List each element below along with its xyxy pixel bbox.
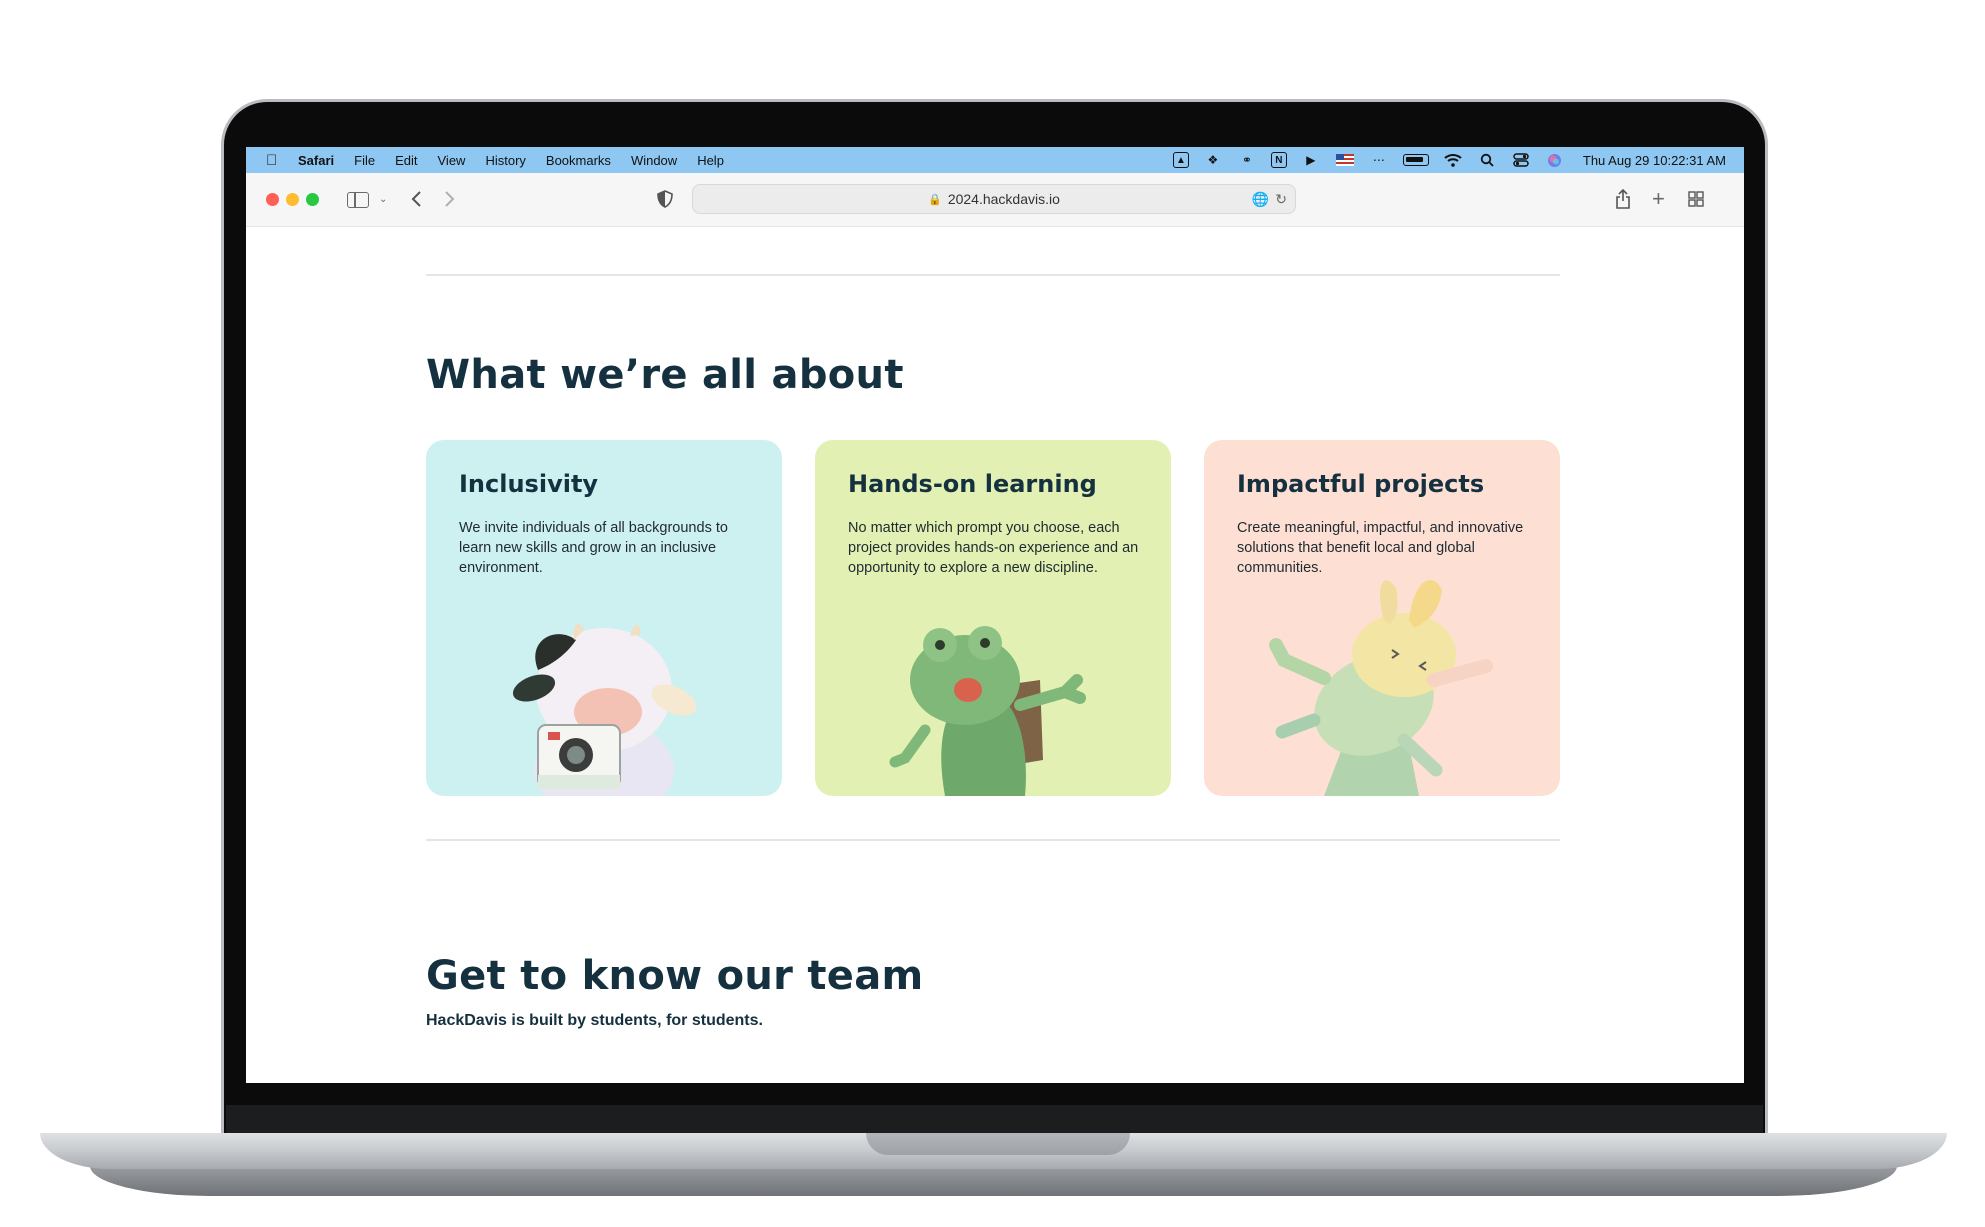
wifi-icon[interactable] bbox=[1443, 153, 1463, 167]
frog-with-backpack-illustration bbox=[889, 626, 1086, 796]
media-icon[interactable]: ▶ bbox=[1301, 153, 1321, 167]
translate-icon[interactable]: 🌐 bbox=[1252, 191, 1269, 208]
creative-cloud-icon[interactable]: ⚭ bbox=[1237, 153, 1257, 167]
back-icon[interactable] bbox=[410, 187, 422, 211]
menubar-tray: ▲ ❖ ⚭ N ▶ ⋯ Thu Aug 29 10:22:31 AM bbox=[1159, 147, 1726, 173]
activity-icon[interactable]: ⋯ bbox=[1369, 153, 1389, 167]
share-icon[interactable] bbox=[1615, 187, 1631, 211]
menu-bookmarks[interactable]: Bookmarks bbox=[546, 153, 611, 168]
control-center-icon[interactable] bbox=[1511, 153, 1531, 167]
apple-icon[interactable]:  bbox=[266, 152, 284, 169]
laptop-bezel-bottom bbox=[226, 1105, 1763, 1135]
team-heading: Get to know our team bbox=[426, 953, 924, 999]
close-window-button[interactable] bbox=[266, 193, 279, 206]
web-page: What we’re all about Inclusivity We invi… bbox=[246, 227, 1744, 1083]
team-subtitle: HackDavis is built by students, for stud… bbox=[426, 1012, 763, 1029]
tab-overview-icon[interactable] bbox=[1688, 187, 1704, 211]
drive-icon[interactable]: ▲ bbox=[1172, 152, 1189, 168]
chevron-down-icon[interactable]: ⌄ bbox=[379, 187, 387, 211]
figma-icon[interactable]: ❖ bbox=[1203, 153, 1223, 167]
new-tab-icon[interactable]: + bbox=[1652, 186, 1665, 211]
siri-icon[interactable] bbox=[1545, 153, 1565, 167]
url-text: 2024.hackdavis.io bbox=[947, 191, 1060, 207]
screen:  Safari File Edit View History Bookmark… bbox=[246, 147, 1744, 1083]
zoom-window-button[interactable] bbox=[306, 193, 319, 206]
menu-help[interactable]: Help bbox=[697, 153, 724, 168]
card-hands-on-learning: Hands-on learning No matter which prompt… bbox=[815, 440, 1171, 796]
section-divider-top bbox=[426, 274, 1560, 276]
card-inclusivity: Inclusivity We invite individuals of all… bbox=[426, 440, 782, 796]
menu-window[interactable]: Window bbox=[631, 153, 677, 168]
lock-icon: 🔒 bbox=[928, 193, 942, 206]
laptop-base-shadow bbox=[90, 1166, 1897, 1196]
menu-view[interactable]: View bbox=[438, 153, 466, 168]
section-divider-bottom bbox=[426, 839, 1560, 841]
laptop-notch bbox=[866, 1133, 1130, 1155]
menubar-clock[interactable]: Thu Aug 29 10:22:31 AM bbox=[1583, 153, 1726, 168]
battery-icon[interactable] bbox=[1402, 154, 1429, 166]
flag-us-icon[interactable] bbox=[1335, 153, 1355, 167]
browser-toolbar: ⌄ 🔒 2024.hackdavis.io 🌐 ↻ + bbox=[246, 173, 1744, 227]
menu-history[interactable]: History bbox=[485, 153, 525, 168]
address-bar[interactable]: 🔒 2024.hackdavis.io 🌐 ↻ bbox=[692, 184, 1296, 214]
about-heading: What we’re all about bbox=[426, 352, 904, 398]
menu-edit[interactable]: Edit bbox=[395, 153, 417, 168]
privacy-shield-icon[interactable] bbox=[657, 187, 673, 211]
spotlight-icon[interactable] bbox=[1477, 153, 1497, 167]
notion-icon[interactable]: N bbox=[1270, 152, 1287, 168]
forward-icon[interactable] bbox=[444, 187, 456, 211]
card-impactful-projects: Impactful projects Create meaningful, im… bbox=[1204, 440, 1560, 796]
menu-app-safari[interactable]: Safari bbox=[298, 153, 334, 168]
minimize-window-button[interactable] bbox=[286, 193, 299, 206]
sidebar-toggle-icon[interactable] bbox=[347, 192, 369, 208]
reload-icon[interactable]: ↻ bbox=[1275, 191, 1287, 208]
menu-file[interactable]: File bbox=[354, 153, 375, 168]
macos-menubar:  Safari File Edit View History Bookmark… bbox=[246, 147, 1744, 173]
bunny-jumping-illustration bbox=[1269, 580, 1493, 796]
cow-with-camera-illustration bbox=[512, 623, 697, 796]
